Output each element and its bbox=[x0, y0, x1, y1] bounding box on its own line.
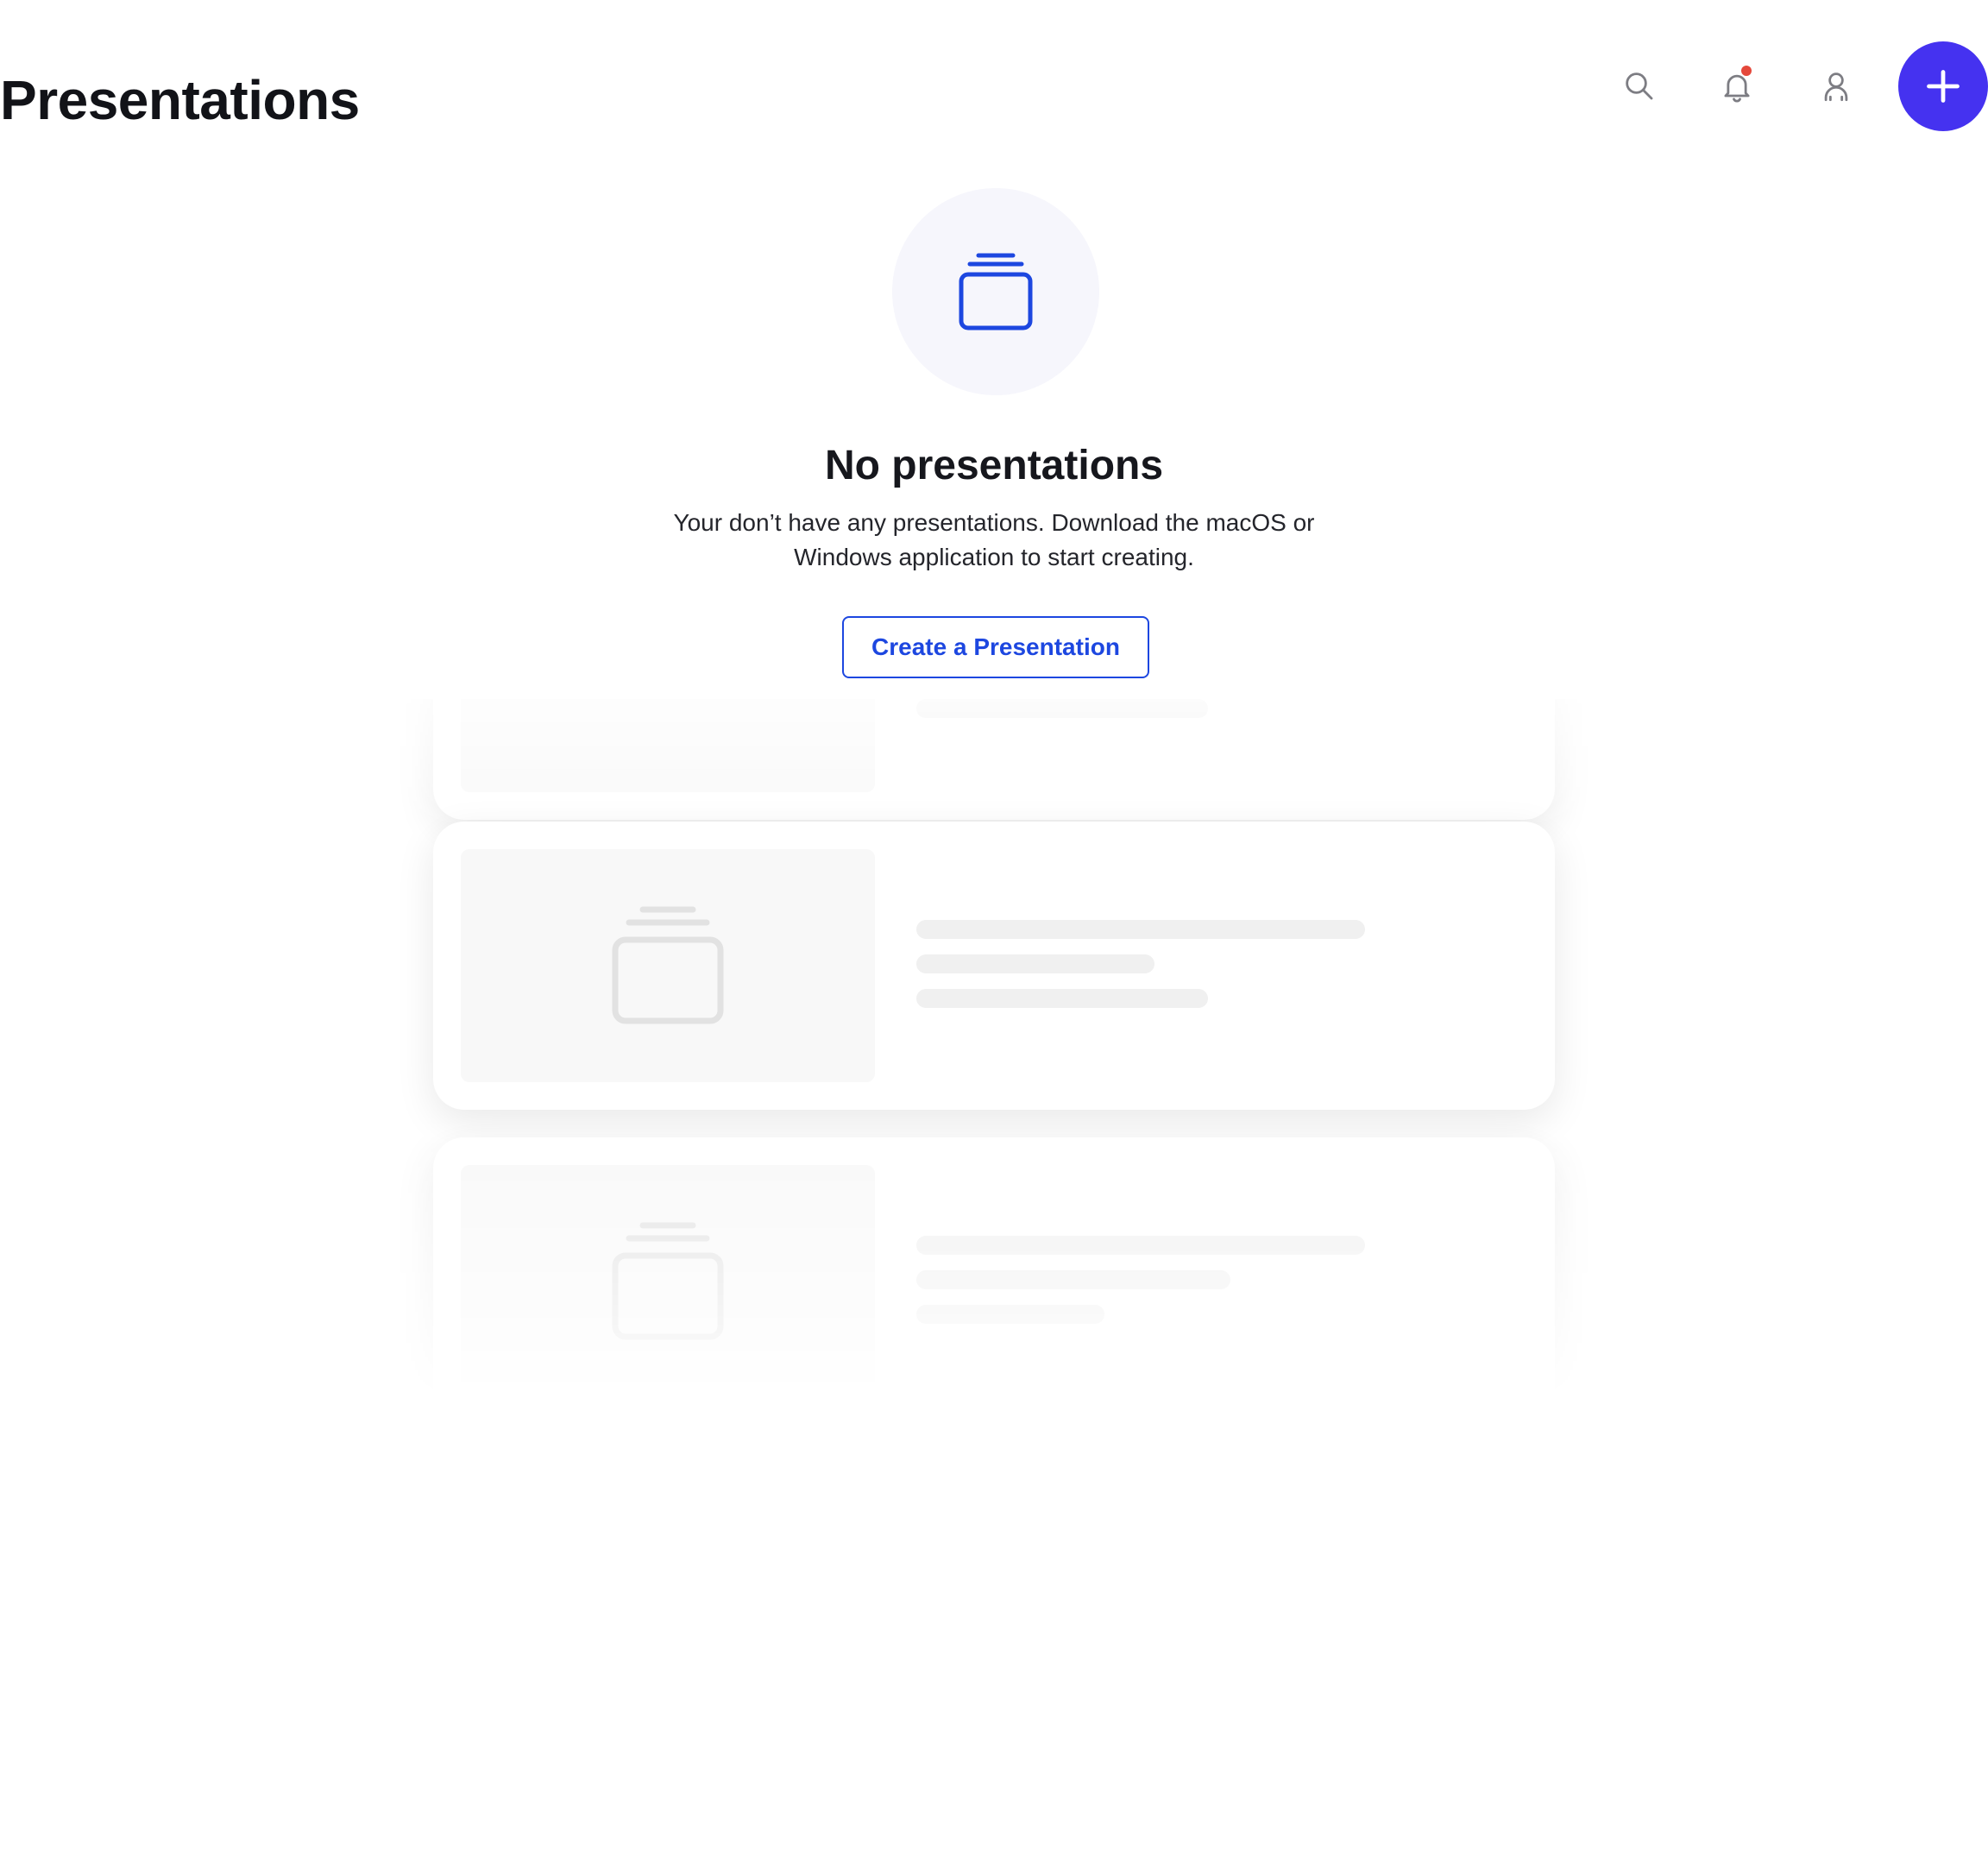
user-icon bbox=[1824, 72, 1848, 102]
skeleton-line bbox=[916, 1270, 1230, 1289]
skeleton-line bbox=[916, 954, 1154, 973]
skeleton-card bbox=[433, 1137, 1555, 1426]
empty-state-description: Your don’t have any presentations. Downl… bbox=[673, 509, 1315, 570]
notifications-button[interactable] bbox=[1711, 60, 1763, 112]
skeleton-thumbnail bbox=[461, 1165, 875, 1398]
skeleton-line bbox=[916, 699, 1208, 718]
create-presentation-button[interactable]: Create a Presentation bbox=[842, 616, 1149, 678]
skeleton-line bbox=[916, 920, 1365, 939]
page-title: Presentations bbox=[0, 69, 360, 131]
skeleton-list bbox=[388, 532, 1600, 1426]
skeleton-thumbnail bbox=[461, 559, 875, 792]
add-presentation-button[interactable] bbox=[1898, 41, 1988, 131]
presentation-placeholder-icon bbox=[612, 1222, 724, 1340]
skeleton-line bbox=[916, 1305, 1104, 1324]
search-button[interactable] bbox=[1614, 60, 1665, 112]
presentation-stack-icon bbox=[959, 253, 1033, 331]
plus-icon bbox=[1927, 70, 1960, 103]
skeleton-line bbox=[916, 1236, 1365, 1255]
skeleton-thumbnail bbox=[461, 849, 875, 1082]
search-icon bbox=[1626, 72, 1653, 100]
skeleton-card bbox=[433, 822, 1555, 1110]
presentation-placeholder-icon bbox=[612, 906, 724, 1024]
account-button[interactable] bbox=[1810, 60, 1862, 112]
skeleton-line bbox=[916, 989, 1208, 1008]
notification-dot bbox=[1741, 66, 1752, 76]
empty-state-title: No presentations bbox=[824, 443, 1164, 488]
empty-state-illustration bbox=[892, 188, 1099, 395]
